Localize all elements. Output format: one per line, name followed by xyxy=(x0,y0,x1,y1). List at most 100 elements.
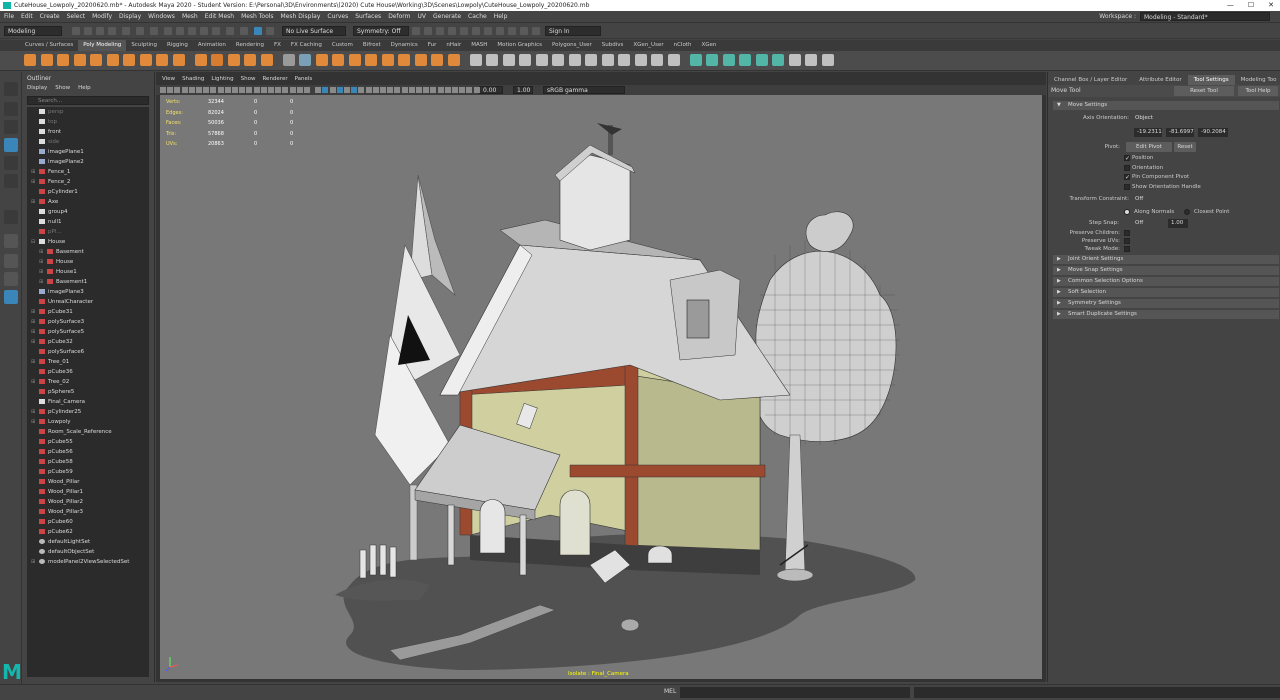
outliner-item[interactable]: null1 xyxy=(27,217,149,227)
viewport-toolbar-icon[interactable] xyxy=(344,87,350,93)
expand-toggle-icon[interactable]: ⊟ xyxy=(31,237,35,247)
menu-item-modify[interactable]: Modify xyxy=(92,13,112,20)
status-line-tool-icon[interactable] xyxy=(122,27,130,35)
shelf-tool-icon[interactable] xyxy=(156,54,168,66)
shelf-tab-custom[interactable]: Custom xyxy=(327,40,358,51)
four-view-layout-icon[interactable] xyxy=(4,254,18,268)
menu-item-help[interactable]: Help xyxy=(494,13,508,20)
status-line-tool-icon[interactable] xyxy=(532,27,540,35)
step-snap-amount[interactable]: 1.00 xyxy=(1168,219,1188,228)
viewport-toolbar-icon[interactable] xyxy=(452,87,458,93)
tab-attribute-editor[interactable]: Attribute Editor xyxy=(1133,75,1187,85)
outliner-item[interactable]: pCylinder1 xyxy=(27,187,149,197)
outliner-item[interactable]: ⊞ House1 xyxy=(27,267,149,277)
tab-channel-box-layer-editor[interactable]: Channel Box / Layer Editor xyxy=(1048,75,1133,85)
along-normals-radio[interactable] xyxy=(1124,209,1130,215)
shelf-tool-icon[interactable] xyxy=(40,54,53,66)
maximize-button[interactable]: ☐ xyxy=(1248,0,1254,11)
preserve-children-checkbox[interactable] xyxy=(1124,230,1130,236)
shelf-tool-icon[interactable] xyxy=(502,54,515,66)
shelf-tool-icon[interactable] xyxy=(519,54,531,66)
lasso-tool-icon[interactable] xyxy=(4,102,18,116)
mel-input[interactable] xyxy=(680,687,910,698)
shelf-tool-icon[interactable] xyxy=(755,54,768,66)
outliner-item[interactable]: ⊟ House xyxy=(27,237,149,247)
shelf-tool-icon[interactable] xyxy=(667,54,680,66)
outliner-search-input[interactable]: Search... xyxy=(27,96,149,105)
shelf-tool-icon[interactable] xyxy=(282,54,295,66)
shelf-tool-icon[interactable] xyxy=(739,54,751,66)
outliner-item[interactable]: defaultObjectSet xyxy=(27,547,149,557)
status-line-tool-icon[interactable] xyxy=(150,27,158,35)
viewport-toolbar-icon[interactable] xyxy=(275,87,282,93)
shelf-tool-icon[interactable] xyxy=(469,54,482,66)
shelf-tab-fx-caching[interactable]: FX Caching xyxy=(286,40,327,51)
status-line-tool-icon[interactable] xyxy=(212,27,220,35)
tab-tool-settings[interactable]: Tool Settings xyxy=(1187,75,1235,85)
shelf-tool-icon[interactable] xyxy=(618,54,630,66)
shelf-tool-icon[interactable] xyxy=(772,54,784,66)
preserve-uvs-checkbox[interactable] xyxy=(1124,238,1130,244)
outliner-item[interactable]: group4 xyxy=(27,207,149,217)
section-soft-selection[interactable]: ▶ Soft Selection xyxy=(1053,288,1279,297)
menu-item-cache[interactable]: Cache xyxy=(468,13,487,20)
status-line-tool-icon[interactable] xyxy=(412,27,420,35)
axis-icon[interactable] xyxy=(4,210,18,224)
viewport-toolbar-icon[interactable] xyxy=(365,87,372,93)
status-line-tool-icon[interactable] xyxy=(226,27,234,35)
outliner-item[interactable]: ⊞ Basement xyxy=(27,247,149,257)
section-move-snap-settings[interactable]: ▶ Move Snap Settings xyxy=(1053,266,1279,275)
viewport-toolbar-icon[interactable] xyxy=(459,87,466,93)
menu-item-uv[interactable]: UV xyxy=(418,13,427,20)
viewport-toolbar-icon[interactable] xyxy=(296,87,303,93)
status-line-tool-icon[interactable] xyxy=(84,27,92,35)
viewport-toolbar-icon[interactable] xyxy=(232,87,238,93)
outliner-item[interactable]: front xyxy=(27,127,149,137)
viewport-menu-shading[interactable]: Shading xyxy=(182,76,204,82)
outliner-item[interactable]: Wood_Pillar xyxy=(27,477,149,487)
single-view-layout-icon[interactable] xyxy=(4,234,18,248)
status-line-tool-icon[interactable] xyxy=(460,27,468,35)
viewport-toolbar-icon[interactable] xyxy=(210,87,217,93)
shelf-tool-icon[interactable] xyxy=(90,54,102,66)
menu-item-mesh[interactable]: Mesh xyxy=(182,13,198,20)
viewport-toolbar-icon[interactable] xyxy=(181,87,188,93)
status-line-tool-icon[interactable] xyxy=(508,27,516,35)
status-line-tool-icon[interactable] xyxy=(136,27,144,35)
shelf-tool-icon[interactable] xyxy=(486,54,498,66)
viewport-toolbar-icon[interactable] xyxy=(372,87,379,93)
expand-toggle-icon[interactable]: ⊞ xyxy=(31,167,35,177)
expand-toggle-icon[interactable]: ⊞ xyxy=(39,277,43,287)
shelf-tool-icon[interactable] xyxy=(552,54,564,66)
expand-toggle-icon[interactable]: ⊞ xyxy=(31,337,35,347)
expand-toggle-icon[interactable]: ⊞ xyxy=(31,197,35,207)
status-line-tool-icon[interactable] xyxy=(424,27,432,35)
shelf-tab-mash[interactable]: MASH xyxy=(466,40,492,51)
expand-toggle-icon[interactable]: ⊞ xyxy=(31,327,35,337)
shelf-tab-poly-modeling[interactable]: Poly Modeling xyxy=(78,40,127,51)
outliner-item[interactable]: ⊞ modelPanel2ViewSelectedSet xyxy=(27,557,149,567)
shelf-tab-motion-graphics[interactable]: Motion Graphics xyxy=(492,40,547,51)
shelf-tab-fx[interactable]: FX xyxy=(269,40,286,51)
outliner-item[interactable]: imagePlane2 xyxy=(27,157,149,167)
move-settings-section[interactable]: ▼ Move Settings xyxy=(1053,101,1279,110)
shelf-tab-polygons-user[interactable]: Polygons_User xyxy=(547,40,597,51)
status-line-tool-icon[interactable] xyxy=(472,27,480,35)
shelf-tool-icon[interactable] xyxy=(788,54,801,66)
outliner-layout-icon[interactable] xyxy=(4,290,18,304)
outliner-item[interactable]: Wood_Pillar2 xyxy=(27,497,149,507)
close-button[interactable]: ✕ xyxy=(1268,0,1274,11)
outliner-item[interactable]: pCube36 xyxy=(27,367,149,377)
tweak-mode-checkbox[interactable] xyxy=(1124,246,1130,252)
outliner-item[interactable]: imagePlane3 xyxy=(27,287,149,297)
outliner-item[interactable]: ⊞ pCube31 xyxy=(27,307,149,317)
menu-item-surfaces[interactable]: Surfaces xyxy=(355,13,381,20)
shelf-tool-icon[interactable] xyxy=(106,54,119,66)
viewport-toolbar-icon[interactable] xyxy=(289,87,296,93)
viewport-toolbar-icon[interactable] xyxy=(358,87,365,93)
shelf-tool-icon[interactable] xyxy=(315,54,328,66)
viewport-toolbar-icon[interactable] xyxy=(188,87,195,93)
outliner-item[interactable]: pCube62 xyxy=(27,527,149,537)
shelf-tab-xgen[interactable]: XGen xyxy=(696,40,721,51)
live-surface-dropdown[interactable]: No Live Surface xyxy=(282,26,346,36)
